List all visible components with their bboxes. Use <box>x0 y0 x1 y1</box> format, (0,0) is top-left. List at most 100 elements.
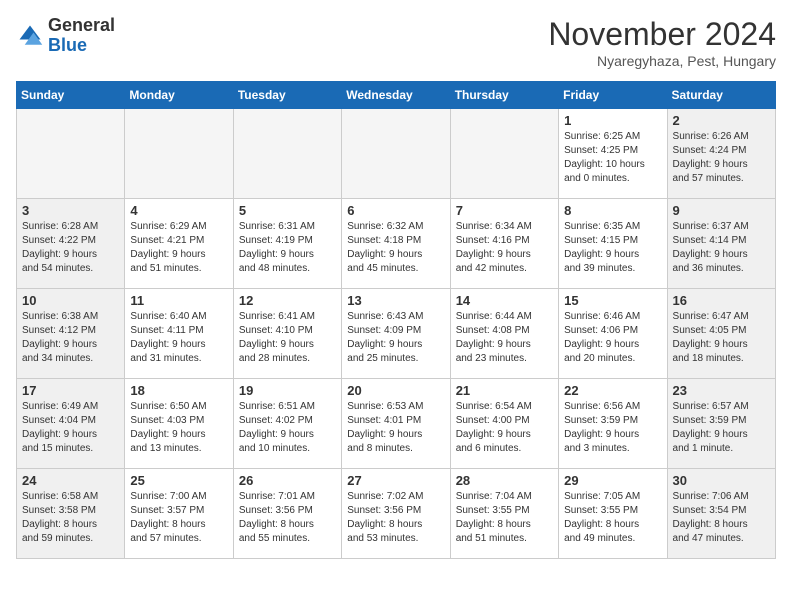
calendar-table: SundayMondayTuesdayWednesdayThursdayFrid… <box>16 81 776 559</box>
calendar-cell <box>342 109 450 199</box>
day-info: Sunrise: 6:29 AM Sunset: 4:21 PM Dayligh… <box>130 220 227 276</box>
weekday-header: Thursday <box>450 82 558 109</box>
calendar-cell: 29 Sunrise: 7:05 AM Sunset: 3:55 PM Dayli… <box>559 469 667 559</box>
calendar-cell: 13 Sunrise: 6:43 AM Sunset: 4:09 PM Dayli… <box>342 289 450 379</box>
day-info: Sunrise: 6:54 AM Sunset: 4:00 PM Dayligh… <box>456 400 553 456</box>
calendar-cell: 3Sunrise: 6:28 AM Sunset: 4:22 PM Daylig… <box>17 199 125 289</box>
day-info: Sunrise: 6:56 AM Sunset: 3:59 PM Dayligh… <box>564 400 661 456</box>
day-info: Sunrise: 6:38 AM Sunset: 4:12 PM Dayligh… <box>22 310 119 366</box>
logo-icon <box>16 22 44 50</box>
calendar-cell: 24 Sunrise: 6:58 AM Sunset: 3:58 PM Dayli… <box>17 469 125 559</box>
page-header: General Blue November 2024 Nyaregyhaza, … <box>16 16 776 69</box>
day-info: Sunrise: 6:43 AM Sunset: 4:09 PM Dayligh… <box>347 310 444 366</box>
day-number: 13 <box>347 293 444 308</box>
calendar-cell: 2 Sunrise: 6:26 AM Sunset: 4:24 PM Daylig… <box>667 109 775 199</box>
calendar-cell: 15Sunrise: 6:46 AM Sunset: 4:06 PM Dayli… <box>559 289 667 379</box>
calendar-cell: 19 Sunrise: 6:51 AM Sunset: 4:02 PM Dayli… <box>233 379 341 469</box>
day-info: Sunrise: 6:47 AM Sunset: 4:05 PM Dayligh… <box>673 310 770 366</box>
day-number: 4 <box>130 203 227 218</box>
day-info: Sunrise: 6:28 AM Sunset: 4:22 PM Dayligh… <box>22 220 119 276</box>
calendar-cell: 17 Sunrise: 6:49 AM Sunset: 4:04 PM Dayli… <box>17 379 125 469</box>
calendar-cell: 20 Sunrise: 6:53 AM Sunset: 4:01 PM Dayli… <box>342 379 450 469</box>
day-info: Sunrise: 7:00 AM Sunset: 3:57 PM Dayligh… <box>130 490 227 546</box>
calendar-cell <box>17 109 125 199</box>
day-number: 29 <box>564 473 661 488</box>
day-info: Sunrise: 6:25 AM Sunset: 4:25 PM Dayligh… <box>564 130 661 186</box>
calendar-cell: 6 Sunrise: 6:32 AM Sunset: 4:18 PM Daylig… <box>342 199 450 289</box>
day-number: 16 <box>673 293 770 308</box>
day-number: 18 <box>130 383 227 398</box>
day-number: 21 <box>456 383 553 398</box>
day-info: Sunrise: 6:34 AM Sunset: 4:16 PM Dayligh… <box>456 220 553 276</box>
weekday-header: Saturday <box>667 82 775 109</box>
logo-blue-text: Blue <box>48 35 87 55</box>
day-number: 27 <box>347 473 444 488</box>
calendar-cell: 22 Sunrise: 6:56 AM Sunset: 3:59 PM Dayli… <box>559 379 667 469</box>
day-info: Sunrise: 7:06 AM Sunset: 3:54 PM Dayligh… <box>673 490 770 546</box>
calendar-cell: 14 Sunrise: 6:44 AM Sunset: 4:08 PM Dayli… <box>450 289 558 379</box>
weekday-header: Wednesday <box>342 82 450 109</box>
weekday-header: Friday <box>559 82 667 109</box>
calendar-cell <box>450 109 558 199</box>
day-info: Sunrise: 6:40 AM Sunset: 4:11 PM Dayligh… <box>130 310 227 366</box>
calendar-cell: 4 Sunrise: 6:29 AM Sunset: 4:21 PM Daylig… <box>125 199 233 289</box>
day-info: Sunrise: 7:05 AM Sunset: 3:55 PM Dayligh… <box>564 490 661 546</box>
day-number: 6 <box>347 203 444 218</box>
logo: General Blue <box>16 16 115 56</box>
calendar-cell: 12 Sunrise: 6:41 AM Sunset: 4:10 PM Dayli… <box>233 289 341 379</box>
day-number: 14 <box>456 293 553 308</box>
calendar-cell: 26 Sunrise: 7:01 AM Sunset: 3:56 PM Dayli… <box>233 469 341 559</box>
day-info: Sunrise: 7:02 AM Sunset: 3:56 PM Dayligh… <box>347 490 444 546</box>
calendar-cell: 23 Sunrise: 6:57 AM Sunset: 3:59 PM Dayli… <box>667 379 775 469</box>
weekday-header: Sunday <box>17 82 125 109</box>
day-number: 17 <box>22 383 119 398</box>
weekday-header: Monday <box>125 82 233 109</box>
day-number: 20 <box>347 383 444 398</box>
day-info: Sunrise: 6:32 AM Sunset: 4:18 PM Dayligh… <box>347 220 444 276</box>
calendar-cell: 27 Sunrise: 7:02 AM Sunset: 3:56 PM Dayli… <box>342 469 450 559</box>
day-info: Sunrise: 7:04 AM Sunset: 3:55 PM Dayligh… <box>456 490 553 546</box>
day-number: 19 <box>239 383 336 398</box>
calendar-cell: 1 Sunrise: 6:25 AM Sunset: 4:25 PM Daylig… <box>559 109 667 199</box>
calendar-cell: 16 Sunrise: 6:47 AM Sunset: 4:05 PM Dayli… <box>667 289 775 379</box>
day-number: 11 <box>130 293 227 308</box>
day-info: Sunrise: 6:57 AM Sunset: 3:59 PM Dayligh… <box>673 400 770 456</box>
day-info: Sunrise: 6:44 AM Sunset: 4:08 PM Dayligh… <box>456 310 553 366</box>
day-number: 25 <box>130 473 227 488</box>
day-info: Sunrise: 6:51 AM Sunset: 4:02 PM Dayligh… <box>239 400 336 456</box>
calendar-cell: 28 Sunrise: 7:04 AM Sunset: 3:55 PM Dayli… <box>450 469 558 559</box>
day-number: 12 <box>239 293 336 308</box>
day-info: Sunrise: 6:37 AM Sunset: 4:14 PM Dayligh… <box>673 220 770 276</box>
day-info: Sunrise: 6:26 AM Sunset: 4:24 PM Dayligh… <box>673 130 770 186</box>
calendar-cell: 21 Sunrise: 6:54 AM Sunset: 4:00 PM Dayli… <box>450 379 558 469</box>
day-number: 1 <box>564 113 661 128</box>
day-info: Sunrise: 6:46 AM Sunset: 4:06 PM Dayligh… <box>564 310 661 366</box>
day-number: 8 <box>564 203 661 218</box>
calendar-cell <box>125 109 233 199</box>
day-info: Sunrise: 6:58 AM Sunset: 3:58 PM Dayligh… <box>22 490 119 546</box>
day-info: Sunrise: 6:53 AM Sunset: 4:01 PM Dayligh… <box>347 400 444 456</box>
day-info: Sunrise: 6:50 AM Sunset: 4:03 PM Dayligh… <box>130 400 227 456</box>
day-number: 28 <box>456 473 553 488</box>
calendar-cell: 7 Sunrise: 6:34 AM Sunset: 4:16 PM Daylig… <box>450 199 558 289</box>
calendar-cell: 11 Sunrise: 6:40 AM Sunset: 4:11 PM Dayli… <box>125 289 233 379</box>
day-number: 30 <box>673 473 770 488</box>
calendar-cell: 18 Sunrise: 6:50 AM Sunset: 4:03 PM Dayli… <box>125 379 233 469</box>
month-title: November 2024 <box>548 16 776 53</box>
day-number: 24 <box>22 473 119 488</box>
day-number: 5 <box>239 203 336 218</box>
day-number: 23 <box>673 383 770 398</box>
day-info: Sunrise: 7:01 AM Sunset: 3:56 PM Dayligh… <box>239 490 336 546</box>
day-number: 22 <box>564 383 661 398</box>
title-block: November 2024 Nyaregyhaza, Pest, Hungary <box>548 16 776 69</box>
day-number: 26 <box>239 473 336 488</box>
day-number: 2 <box>673 113 770 128</box>
location-subtitle: Nyaregyhaza, Pest, Hungary <box>548 53 776 69</box>
calendar-cell: 5Sunrise: 6:31 AM Sunset: 4:19 PM Daylig… <box>233 199 341 289</box>
day-number: 7 <box>456 203 553 218</box>
day-info: Sunrise: 6:49 AM Sunset: 4:04 PM Dayligh… <box>22 400 119 456</box>
weekday-header: Tuesday <box>233 82 341 109</box>
day-info: Sunrise: 6:35 AM Sunset: 4:15 PM Dayligh… <box>564 220 661 276</box>
day-info: Sunrise: 6:41 AM Sunset: 4:10 PM Dayligh… <box>239 310 336 366</box>
day-number: 10 <box>22 293 119 308</box>
